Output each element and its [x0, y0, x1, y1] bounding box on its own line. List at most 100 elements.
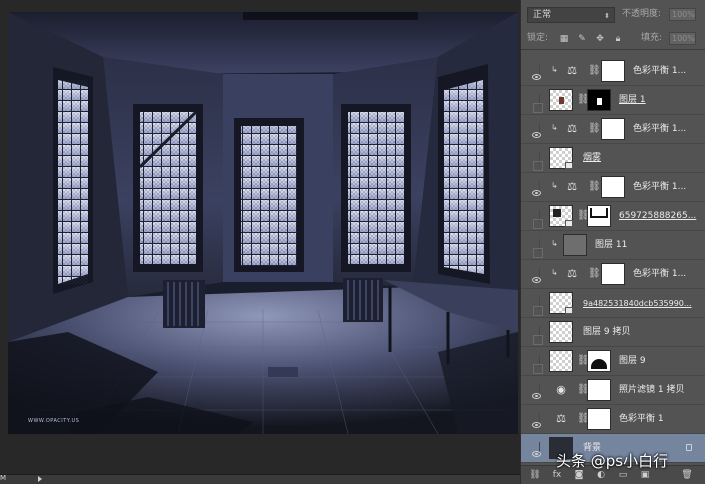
visibility-toggle[interactable]	[526, 413, 541, 428]
color-balance-icon: ⚖	[556, 412, 566, 425]
layer-mask-thumbnail[interactable]	[601, 60, 625, 82]
link-chain-icon: ⛓	[588, 268, 601, 279]
layer-mask-thumbnail[interactable]	[601, 118, 625, 140]
photo-filter-icon: ◉	[556, 383, 566, 396]
new-layer-icon[interactable]: ▣	[639, 470, 651, 481]
status-menu-arrow-icon[interactable]	[38, 476, 42, 482]
hidden-box-icon	[533, 364, 543, 374]
clipping-arrow-icon: ↳	[551, 239, 558, 248]
layer-row[interactable]: 图层 9 拷贝	[521, 318, 705, 347]
visibility-toggle[interactable]	[526, 210, 543, 229]
link-layers-icon[interactable]: ⛓	[529, 470, 541, 481]
visibility-toggle[interactable]	[526, 297, 543, 316]
layer-thumbnail[interactable]	[549, 292, 573, 314]
layer-row[interactable]: 烟雾	[521, 144, 705, 173]
status-zoom: M	[0, 474, 7, 482]
clipping-arrow-icon: ↳	[551, 65, 558, 74]
eye-icon	[532, 451, 541, 457]
layers-panel: 正常 ⬍ 不透明度: 100% 锁定: ▦ ✎ ✥ 🔒︎ 填充: 100% ↳ …	[520, 0, 705, 484]
mask-shape	[591, 359, 607, 369]
hidden-box-icon	[533, 248, 543, 258]
adjustment-layer-icon[interactable]: ◐	[595, 470, 607, 481]
lock-row: 锁定: ▦ ✎ ✥ 🔒︎ 填充: 100%	[521, 28, 705, 50]
center-window	[234, 118, 304, 272]
layer-mask-thumbnail[interactable]	[587, 205, 611, 227]
layer-name: 色彩平衡 1...	[633, 66, 687, 76]
layer-mask-thumbnail[interactable]	[587, 379, 611, 401]
layer-row[interactable]: ◉ ⛓ 照片滤镜 1 拷贝	[521, 376, 705, 405]
layer-mask-thumbnail[interactable]	[587, 408, 611, 430]
layer-thumbnail[interactable]	[549, 350, 573, 372]
layer-name: 烟雾	[583, 153, 602, 163]
layer-thumbnail[interactable]	[549, 205, 573, 227]
layer-row[interactable]: ↳ ⚖ ⛓ 色彩平衡 1...	[521, 57, 705, 86]
delete-layer-icon[interactable]: 🗑︎	[681, 470, 693, 481]
layer-row[interactable]: ⛓ 图层 9	[521, 347, 705, 376]
lock-pixels-icon[interactable]: ✎	[577, 34, 587, 44]
color-balance-icon: ⚖	[567, 180, 577, 193]
link-chain-icon: ⛓	[588, 181, 601, 192]
layer-mask-thumbnail[interactable]	[587, 89, 611, 111]
visibility-toggle[interactable]	[526, 181, 541, 196]
layer-thumbnail[interactable]	[549, 89, 573, 111]
new-group-icon[interactable]: ▭	[617, 470, 629, 481]
layer-style-icon[interactable]: fx	[551, 470, 563, 481]
visibility-toggle[interactable]	[526, 152, 543, 171]
visibility-toggle[interactable]	[526, 442, 541, 457]
lock-transparent-icon[interactable]: ▦	[559, 34, 569, 44]
document-watermark: WWW.OPACITY.US	[28, 418, 80, 424]
layer-row[interactable]: ↳ 图层 11	[521, 231, 705, 260]
visibility-toggle[interactable]	[526, 384, 541, 399]
layers-list: ↳ ⚖ ⛓ 色彩平衡 1... ⛓ 图层 1 ↳ ⚖ ⛓ 色彩平衡 1... 烟…	[521, 57, 705, 464]
blend-mode-select[interactable]: 正常 ⬍	[527, 7, 615, 23]
visibility-toggle[interactable]	[526, 355, 543, 374]
smart-object-icon	[565, 307, 573, 314]
lock-position-icon[interactable]: ✥	[595, 34, 605, 44]
hidden-box-icon	[533, 103, 543, 113]
layer-name: 色彩平衡 1...	[633, 124, 687, 134]
figure-glyph	[559, 97, 564, 104]
layer-mask-thumbnail[interactable]	[601, 263, 625, 285]
layer-thumbnail[interactable]	[549, 147, 573, 169]
visibility-toggle[interactable]	[526, 123, 541, 138]
layer-name: 图层 11	[595, 240, 628, 250]
document-image[interactable]: WWW.OPACITY.US	[8, 12, 518, 434]
layer-row[interactable]: ⚖ ⛓ 色彩平衡 1	[521, 405, 705, 434]
visibility-toggle[interactable]	[526, 268, 541, 283]
visibility-toggle[interactable]	[526, 65, 541, 80]
source-watermark: 头条 @ps小白行	[556, 452, 669, 470]
layer-row[interactable]: ↳ ⚖ ⛓ 色彩平衡 1...	[521, 260, 705, 289]
layer-mask-thumbnail[interactable]	[601, 176, 625, 198]
clipping-arrow-icon: ↳	[551, 268, 558, 277]
fill-input[interactable]: 100%	[669, 32, 696, 45]
layer-name: 色彩平衡 1...	[633, 182, 687, 192]
canvas-area[interactable]: WWW.OPACITY.US M	[0, 0, 520, 484]
visibility-toggle[interactable]	[526, 239, 543, 258]
layer-thumbnail[interactable]	[549, 321, 573, 343]
opacity-input[interactable]: 100%	[669, 8, 696, 21]
layer-row[interactable]: ↳ ⚖ ⛓ 色彩平衡 1...	[521, 173, 705, 202]
hidden-box-icon	[533, 335, 543, 345]
layer-name: 图层 9 拷贝	[583, 327, 631, 337]
fill-label: 填充:	[641, 33, 663, 43]
add-mask-icon[interactable]: ◙	[573, 470, 585, 481]
color-balance-icon: ⚖	[567, 267, 577, 280]
lock-all-icon[interactable]: 🔒︎	[613, 34, 623, 44]
layer-row[interactable]: ↳ ⚖ ⛓ 色彩平衡 1...	[521, 115, 705, 144]
visibility-toggle[interactable]	[526, 326, 543, 345]
color-balance-icon: ⚖	[567, 122, 577, 135]
color-balance-icon: ⚖	[567, 64, 577, 77]
layer-name: 图层 1	[619, 95, 646, 105]
blend-options-row: 正常 ⬍ 不透明度: 100%	[521, 4, 705, 28]
clipping-arrow-icon: ↳	[551, 181, 558, 190]
link-chain-icon: ⛓	[588, 65, 601, 76]
layer-name: 色彩平衡 1...	[633, 269, 687, 279]
layer-thumbnail[interactable]	[563, 234, 587, 256]
layer-mask-thumbnail[interactable]	[587, 350, 611, 372]
chevron-updown-icon: ⬍	[604, 12, 610, 20]
layer-row[interactable]: ⛓ 659725888265...	[521, 202, 705, 231]
visibility-toggle[interactable]	[526, 94, 543, 113]
layer-row[interactable]: 9a482531840dcb535990...	[521, 289, 705, 318]
smart-object-icon	[565, 220, 573, 227]
layer-row[interactable]: ⛓ 图层 1	[521, 86, 705, 115]
